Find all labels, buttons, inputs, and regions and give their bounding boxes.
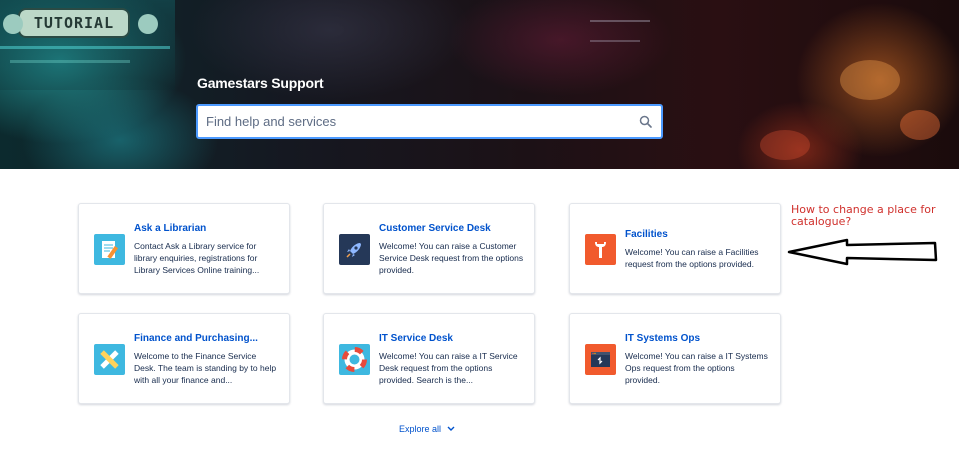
portal-title: Gamestars Support (197, 75, 324, 91)
arcade-sign: TUTORIAL (18, 8, 130, 38)
search-box[interactable] (196, 104, 663, 139)
arcade-knob-right (138, 14, 158, 34)
search-icon[interactable] (637, 114, 653, 130)
service-card-it-service-desk[interactable]: IT Service Desk Welcome! You can raise a… (323, 313, 535, 404)
light-glow (900, 110, 940, 140)
card-description: Welcome! You can raise a IT Systems Ops … (625, 351, 768, 385)
arrow-left-icon (787, 238, 938, 266)
service-card-customer-service-desk[interactable]: Customer Service Desk Welcome! You can r… (323, 203, 535, 294)
lifebuoy-icon (339, 344, 370, 375)
search-input[interactable] (206, 114, 637, 129)
arcade-knob-left (3, 14, 23, 34)
annotation-note: How to change a place for catalogue? (791, 203, 936, 228)
card-title[interactable]: Finance and Purchasing... (134, 333, 258, 344)
card-title[interactable]: Facilities (625, 229, 668, 240)
service-card-finance-and-purchasing[interactable]: Finance and Purchasing... Welcome to the… (78, 313, 290, 404)
hero-banner: TUTORIAL Gamestars Support (0, 0, 959, 169)
card-description: Welcome! You can raise a Facilities requ… (625, 247, 759, 269)
terminal-window-icon (585, 344, 616, 375)
card-description: Welcome! You can raise a IT Service Desk… (379, 351, 518, 385)
light-stripe (590, 40, 640, 42)
explore-all-link[interactable]: Explore all (399, 424, 455, 434)
wrench-icon (585, 234, 616, 265)
light-stripe (10, 60, 130, 63)
card-title[interactable]: IT Service Desk (379, 333, 453, 344)
card-title[interactable]: Ask a Librarian (134, 223, 206, 234)
light-stripe (0, 46, 170, 49)
card-title[interactable]: IT Systems Ops (625, 333, 700, 344)
chevron-down-icon[interactable] (447, 424, 455, 434)
card-description: Contact Ask a Library service for librar… (134, 241, 260, 275)
rocket-icon (339, 234, 370, 265)
card-title[interactable]: Customer Service Desk (379, 223, 491, 234)
light-stripe (590, 20, 650, 22)
notepad-pencil-icon (94, 234, 125, 265)
pencil-ruler-icon (94, 344, 125, 375)
service-card-facilities[interactable]: Facilities Welcome! You can raise a Faci… (569, 203, 781, 294)
card-description: Welcome to the Finance Service Desk. The… (134, 351, 277, 385)
light-glow (760, 130, 810, 160)
service-card-ask-a-librarian[interactable]: Ask a Librarian Contact Ask a Library se… (78, 203, 290, 294)
explore-all-label[interactable]: Explore all (399, 424, 441, 434)
service-card-it-systems-ops[interactable]: IT Systems Ops Welcome! You can raise a … (569, 313, 781, 404)
light-glow (840, 60, 900, 100)
card-description: Welcome! You can raise a Customer Servic… (379, 241, 524, 275)
